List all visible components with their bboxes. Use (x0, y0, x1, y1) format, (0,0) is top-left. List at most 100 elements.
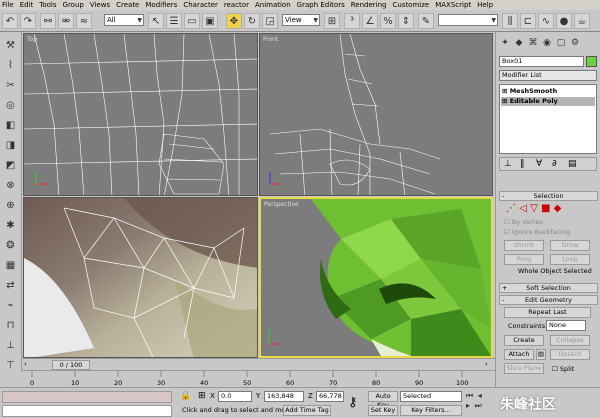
playback-controls[interactable]: ⏮ ◂ ▸ ⏭ (466, 391, 496, 417)
render-icon[interactable]: ☕ (574, 13, 590, 29)
relax-icon[interactable]: ✱ (3, 218, 18, 233)
menu-maxscript[interactable]: MAXScript (435, 1, 471, 9)
absolute-mode-icon[interactable]: ⊞ (198, 391, 206, 401)
border-icon[interactable]: ▽ (530, 203, 538, 214)
set-key-button[interactable]: Set Key (368, 405, 398, 416)
by-vertex-checkbox[interactable]: ☐ By Vertex (504, 218, 543, 226)
menu-group[interactable]: Group (63, 1, 84, 9)
selection-lock-icon[interactable]: 🔒 (180, 391, 191, 401)
create-tab-icon[interactable]: ✦ (499, 37, 511, 49)
auto-key-button[interactable]: Auto Key (368, 391, 398, 409)
named-selection-icon[interactable]: ✎ (418, 13, 434, 29)
scale-icon[interactable]: ◲ (262, 13, 278, 29)
pin-stack-icon[interactable]: ⊥ (504, 159, 512, 169)
menu-customize[interactable]: Customize (392, 1, 429, 9)
viewport-label-top[interactable]: Top (27, 36, 37, 43)
display-tab-icon[interactable]: ▢ (555, 37, 567, 49)
slice-plane-button[interactable]: Slice Plane (504, 363, 544, 374)
flip-icon[interactable]: ⇄ (3, 278, 18, 293)
align-icon[interactable]: ⊏ (520, 13, 536, 29)
menu-modifiers[interactable]: Modifiers (145, 1, 177, 9)
edit-geometry-rollout-header[interactable]: - Edit Geometry (499, 295, 598, 305)
prev-frame-icon[interactable]: ‹ (24, 360, 30, 369)
maxscript-listener-mini[interactable] (2, 391, 172, 403)
grow-button[interactable]: Grow (550, 240, 590, 251)
menu-reactor[interactable]: reactor (224, 1, 249, 9)
smooth-icon[interactable]: ❂ (3, 238, 18, 253)
repeat-last-button[interactable]: Repeat Last (504, 307, 591, 318)
menu-rendering[interactable]: Rendering (351, 1, 387, 9)
bind-icon[interactable]: ≈ (76, 13, 92, 29)
constraints-dropdown[interactable]: None (546, 320, 586, 331)
tessellate-icon[interactable]: ▦ (3, 258, 18, 273)
split-checkbox[interactable]: ☐ Split (552, 365, 574, 373)
redo-icon[interactable]: ↷ (20, 13, 36, 29)
key-filters-button[interactable]: Key Filters... (400, 405, 462, 416)
make-unique-icon[interactable]: ∀ (536, 159, 542, 169)
key-mode-dropdown[interactable]: Selected (400, 391, 462, 402)
reference-coord-dropdown[interactable]: View (282, 14, 320, 26)
hinge-icon[interactable]: ⊥ (3, 338, 18, 353)
stack-item-meshsmooth[interactable]: ⊞ MeshSmooth (502, 87, 557, 95)
pivot-icon[interactable]: ⊞ (324, 13, 340, 29)
spinner-snap-icon[interactable]: ⇕ (398, 13, 414, 29)
curve-editor-icon[interactable]: ∿ (538, 13, 554, 29)
create-button[interactable]: Create (504, 335, 544, 346)
soft-selection-rollout-header[interactable]: + Soft Selection (499, 283, 598, 293)
cap-icon[interactable]: ⊤ (3, 358, 18, 373)
hierarchy-tab-icon[interactable]: ⌘ (527, 37, 539, 49)
polygon-icon[interactable]: ■ (541, 203, 550, 214)
configure-sets-icon[interactable]: ▤ (568, 159, 577, 169)
loop-button[interactable]: Loop (550, 254, 590, 265)
stack-item-editable-poly[interactable]: ⊞ Editable Poly (501, 97, 595, 106)
move-icon[interactable]: ✥ (226, 13, 242, 29)
menu-graph-editors[interactable]: Graph Editors (297, 1, 345, 9)
viewport-label-front[interactable]: Front (263, 36, 278, 43)
utilities-tab-icon[interactable]: ⚙ (569, 37, 581, 49)
extrude-icon[interactable]: ◧ (3, 118, 18, 133)
motion-tab-icon[interactable]: ◉ (541, 37, 553, 49)
menu-character[interactable]: Character (183, 1, 218, 9)
bevel-icon[interactable]: ◨ (3, 138, 18, 153)
collapse-button[interactable]: Collapse (550, 335, 590, 346)
object-name-field[interactable]: Box01 (499, 56, 584, 67)
ignore-backfacing-checkbox[interactable]: ☑ Ignore Backfacing (504, 228, 570, 236)
modify-tab-icon[interactable]: ◆ (513, 37, 525, 49)
y-coordinate-field[interactable]: 163,848 (264, 391, 304, 402)
ring-button[interactable]: Ring (504, 254, 544, 265)
viewport-left[interactable] (23, 197, 258, 358)
menu-views[interactable]: Views (90, 1, 110, 9)
viewport-front[interactable]: Front (259, 33, 493, 196)
material-editor-icon[interactable]: ● (556, 13, 572, 29)
vertex-icon[interactable]: ⋰ (506, 203, 516, 214)
remove-modifier-icon[interactable]: ∂ (552, 159, 557, 169)
menu-animation[interactable]: Animation (255, 1, 291, 9)
add-time-tag-button[interactable]: Add Time Tag (283, 405, 331, 416)
next-frame-icon[interactable]: › (485, 360, 491, 369)
set-key-icon[interactable]: ⚷ (348, 395, 358, 410)
poly-tools-icon[interactable]: ⚒ (3, 38, 18, 53)
selection-filter-dropdown[interactable]: All (104, 14, 144, 26)
cut-icon[interactable]: ✂ (3, 78, 18, 93)
time-slider[interactable]: ‹ 0 / 100 › (22, 358, 495, 370)
viewport-top[interactable]: Top (23, 33, 258, 196)
rotate-icon[interactable]: ↻ (244, 13, 260, 29)
modifier-list-dropdown[interactable]: Modifier List (499, 70, 597, 81)
snap-3-icon[interactable]: ³ (344, 13, 360, 29)
edge-icon[interactable]: ◁ (519, 203, 527, 214)
chamfer-icon[interactable]: ◩ (3, 158, 18, 173)
mirror-icon[interactable]: ⫼ (502, 13, 518, 29)
viewport-perspective[interactable]: Perspective (259, 197, 493, 358)
maxscript-input[interactable] (2, 405, 172, 417)
attach-list-icon[interactable]: ▤ (536, 349, 546, 360)
time-slider-thumb[interactable]: 0 / 100 (52, 360, 90, 370)
select-region-icon[interactable]: ▭ (184, 13, 200, 29)
link-icon[interactable]: ⚯ (40, 13, 56, 29)
target-icon[interactable]: ◎ (3, 98, 18, 113)
object-color-swatch[interactable] (586, 56, 597, 67)
detach-button[interactable]: Detach (550, 349, 590, 360)
menu-create[interactable]: Create (116, 1, 139, 9)
show-end-result-icon[interactable]: ‖ (520, 159, 525, 169)
connect-icon[interactable]: ⊕ (3, 198, 18, 213)
selection-rollout-header[interactable]: - Selection (499, 191, 598, 201)
